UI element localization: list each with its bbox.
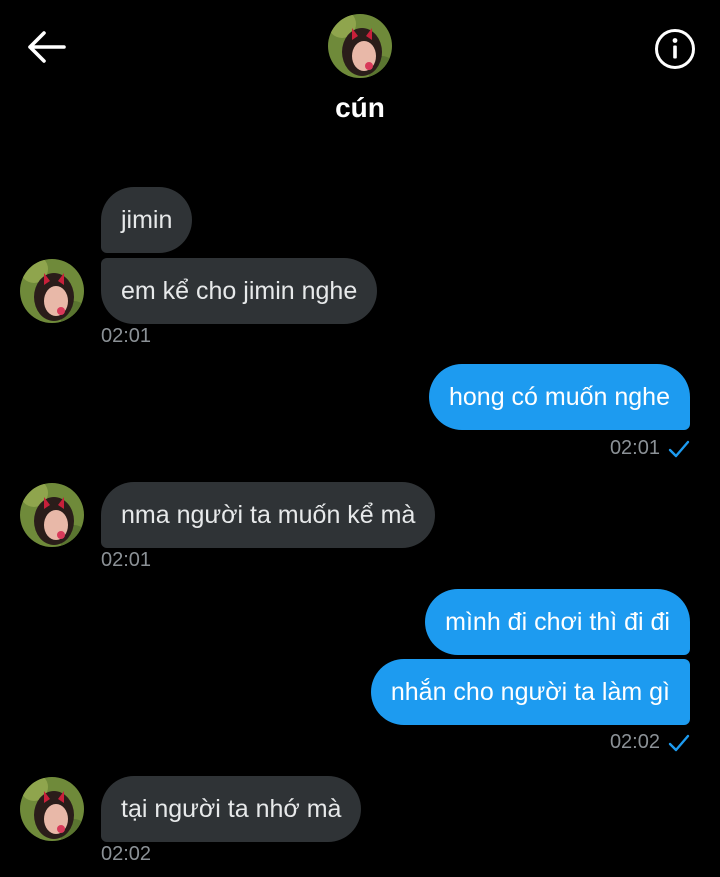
info-button[interactable] [650, 24, 700, 74]
message-bubble-outgoing[interactable]: mình đi chơi thì đi đi [425, 589, 690, 655]
contact-avatar[interactable] [328, 14, 392, 78]
arrow-left-icon [28, 31, 66, 63]
message-bubble-outgoing[interactable]: hong có muốn nghe [428, 364, 690, 430]
message-timestamp: 02:01 [101, 325, 152, 347]
message-bubble-incoming[interactable]: em kể cho jimin nghe [101, 258, 378, 324]
message-text: tại người ta nhớ mà [121, 794, 342, 823]
sender-avatar[interactable] [20, 259, 84, 323]
read-check-icon [668, 440, 690, 457]
message-timestamp: 02:01 [609, 437, 660, 459]
read-check-icon [668, 734, 690, 751]
message-text: jimin [121, 205, 173, 234]
sender-avatar[interactable] [20, 483, 84, 547]
message-bubble-incoming[interactable]: jimin [101, 187, 193, 253]
message-text: hong có muốn nghe [448, 382, 670, 411]
message-text: em kể cho jimin nghe [121, 276, 358, 305]
message-bubble-incoming[interactable]: nma người ta muốn kể mà [101, 482, 436, 548]
message-text: nma người ta muốn kể mà [121, 500, 416, 529]
info-circle-icon [655, 29, 695, 69]
message-text: nhắn cho người ta làm gì [390, 677, 670, 706]
message-text: mình đi chơi thì đi đi [445, 607, 670, 636]
message-timestamp: 02:02 [101, 843, 152, 865]
message-bubble-incoming[interactable]: tại người ta nhớ mà [101, 776, 362, 842]
contact-name[interactable]: cún [260, 92, 460, 124]
message-status-row: 02:01 [610, 437, 690, 460]
sender-avatar[interactable] [20, 777, 84, 841]
back-button[interactable] [20, 24, 72, 70]
message-timestamp: 02:02 [609, 731, 660, 753]
message-bubble-outgoing[interactable]: nhắn cho người ta làm gì [370, 659, 690, 725]
message-timestamp: 02:01 [101, 549, 152, 571]
message-status-row: 02:02 [610, 731, 690, 754]
